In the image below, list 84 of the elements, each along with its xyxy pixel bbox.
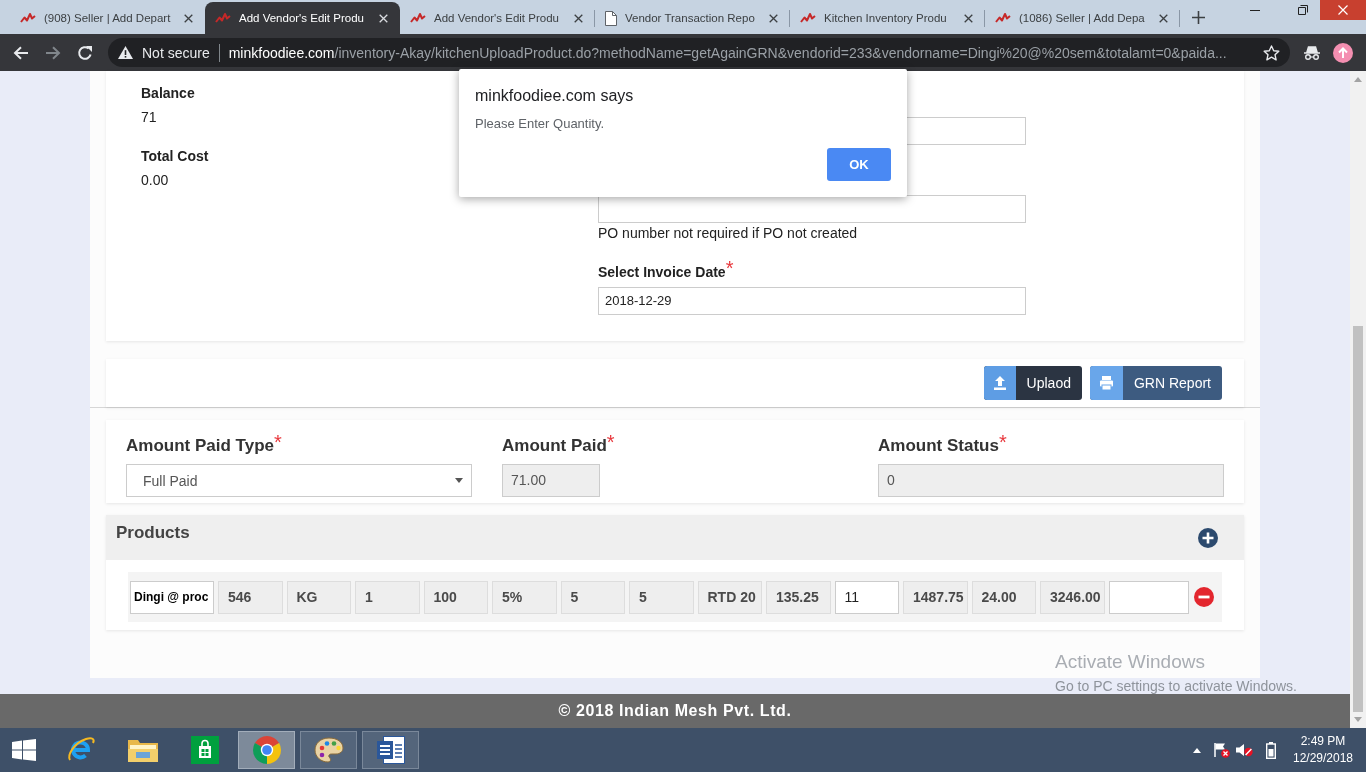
restore-icon[interactable] [1298,5,1308,15]
footer-bar: © 2018 Indian Mesh Pvt. Ltd. [0,694,1350,728]
logo-icon [800,12,816,24]
close-icon[interactable] [964,13,973,23]
input-field[interactable] [1108,580,1189,614]
readonly-field[interactable]: 1487.75 [903,580,968,614]
star-icon[interactable] [1263,44,1280,61]
warning-icon [118,46,133,59]
scrollbar[interactable] [1350,71,1366,728]
plus-icon[interactable] [1192,10,1205,24]
close-icon[interactable] [1159,13,1168,23]
readonly-field[interactable]: RTD 20 [697,580,762,614]
caret-icon [455,478,463,483]
readonly-field[interactable]: 5 [629,580,694,614]
muted-speaker-icon[interactable] [1236,743,1253,757]
logo-icon [20,12,36,24]
up-triangle-icon[interactable] [1193,747,1201,753]
close-icon [1338,5,1348,15]
close-icon[interactable] [574,13,583,23]
taskbar-button[interactable] [300,731,357,769]
forward-icon[interactable] [45,45,61,60]
security-label: Not secure [142,44,210,61]
section-title: Products [116,523,190,543]
dialog-message: Please Enter Quantity. [475,116,606,132]
circle-logo-icon [252,736,281,764]
plus-circle-icon[interactable] [1198,527,1218,548]
browser-tab[interactable]: Add Vendor's Edit Produ [400,2,595,34]
activation-text: Go to PC settings to activate Windows. [1055,677,1297,695]
readonly-field[interactable]: 24.00 [971,580,1036,614]
readonly-field[interactable]: 5% [492,580,557,614]
close-icon[interactable] [184,13,193,23]
input-field[interactable]: Dingi @ proc [130,580,214,614]
page-icon [605,10,617,26]
logo-icon [215,12,231,24]
readonly-field[interactable]: 0 [878,464,1224,497]
back-icon[interactable] [13,45,29,60]
url-text: minkfoodiee.com/inventory-Akay/kitchenUploadProduct.do?methodName=getAgainGRN&vendorid=233&vendorname=Dingi%20@%20sem&totalamt=0&paida... [228,44,1227,61]
readonly-field[interactable]: KG [286,580,351,614]
help-text: PO number not required if PO not created [598,224,859,242]
dialog-title: minkfoodiee.com says [475,86,635,106]
scroll-thumb[interactable] [1353,326,1363,712]
readonly-field[interactable]: 1 [355,580,420,614]
input-field[interactable]: 2018-12-29 [598,287,1026,315]
readonly-field[interactable]: 3246.00 [1040,580,1105,614]
hat-glasses-icon[interactable] [1302,45,1322,60]
clock-date: 12/29/2018 [1292,750,1354,767]
upload-button[interactable]: Uplaod [983,366,1082,400]
select-field[interactable]: Full Paid [126,464,472,497]
document-icon [376,736,405,764]
readonly-field[interactable]: 135.25 [766,580,831,614]
browser-tab[interactable]: (1086) Seller | Add Depa [985,2,1180,34]
flag-icon[interactable] [1213,742,1230,758]
clock-time: 2:49 PM [1300,733,1346,750]
logo-icon [410,12,426,24]
readonly-field[interactable]: 100 [423,580,488,614]
summary-label: Total Cost [141,147,209,166]
taskbar-button[interactable] [362,731,419,769]
readonly-field[interactable]: 5 [560,580,625,614]
folder-icon [126,737,159,763]
reload-icon[interactable] [77,44,93,61]
address-bar[interactable]: Not secure minkfoodiee.com/inventory-Akay/kitchenUploadProduct.do?methodName=getAgainGRN&vendorid=233&vendorname=Dingi%20@%20sem&totalamt=0&paida... [108,38,1290,67]
summary-label: Balance [141,84,195,103]
summary-value: 0.00 [141,171,169,190]
input-field[interactable] [598,195,1026,223]
report-button[interactable]: GRN Report [1089,366,1222,400]
upload-icon [983,366,1016,400]
browser-tab[interactable]: (908) Seller | Add Depart [10,2,205,34]
printer-icon [1089,366,1123,400]
shopping-bag-icon [190,736,219,764]
browser-tab[interactable]: Kitchen Inventory Produ [790,2,985,34]
start-icon [11,739,36,761]
logo-icon [995,12,1011,24]
arrow-circle-icon[interactable] [1333,42,1353,63]
input-field[interactable]: 11 [834,580,899,614]
close-icon[interactable] [769,13,778,23]
readonly-field[interactable]: 546 [218,580,283,614]
activation-title: Activate Windows [1055,650,1205,674]
battery-icon[interactable] [1266,741,1276,759]
minus-circle-icon[interactable] [1193,587,1214,607]
palette-icon [313,737,344,763]
browser-tab[interactable]: Add Vendor's Edit Produ [205,2,400,34]
readonly-field[interactable]: 71.00 [502,464,600,497]
browser-tab[interactable]: Vendor Transaction Repo [595,2,790,34]
summary-value: 71 [141,108,157,127]
